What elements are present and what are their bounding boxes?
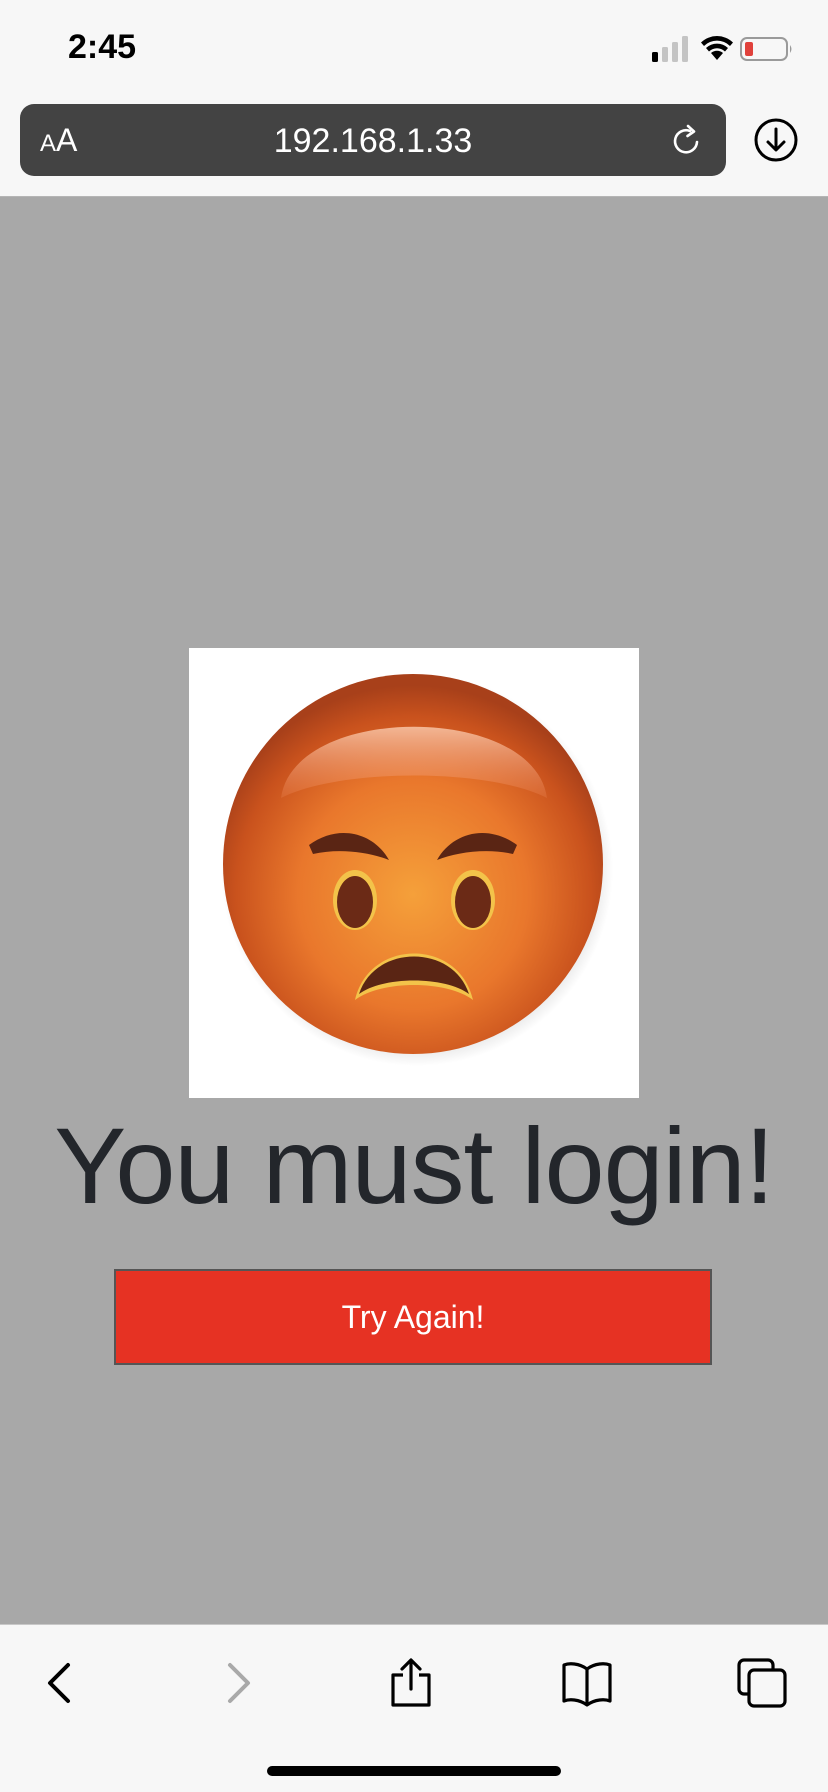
tabs-icon[interactable] — [734, 1655, 790, 1711]
wifi-icon — [701, 36, 733, 60]
bottom-toolbar — [0, 1624, 828, 1792]
safari-screen: 2:45 AA 192.168.1.33 You must login! Try… — [0, 0, 828, 1792]
web-content: You must login! Try Again! — [0, 197, 828, 1624]
status-bar: 2:45 — [0, 0, 828, 96]
signal-icon — [652, 36, 688, 62]
try-again-button[interactable]: Try Again! — [114, 1269, 712, 1365]
status-time: 2:45 — [68, 28, 137, 66]
angry-face-image — [189, 648, 639, 1098]
bookmarks-icon[interactable] — [559, 1655, 615, 1711]
reload-icon[interactable] — [670, 124, 704, 158]
url-text[interactable]: 192.168.1.33 — [20, 122, 726, 161]
back-icon[interactable] — [34, 1655, 90, 1711]
home-indicator[interactable] — [267, 1766, 561, 1776]
login-required-heading: You must login! — [54, 1105, 774, 1226]
battery-icon — [740, 37, 792, 61]
address-bar[interactable]: AA 192.168.1.33 — [20, 104, 726, 176]
download-icon[interactable] — [752, 116, 800, 164]
share-icon[interactable] — [383, 1655, 439, 1711]
forward-icon[interactable] — [208, 1655, 264, 1711]
browser-header: AA 192.168.1.33 — [0, 96, 828, 197]
angry-face-icon — [221, 674, 613, 1066]
